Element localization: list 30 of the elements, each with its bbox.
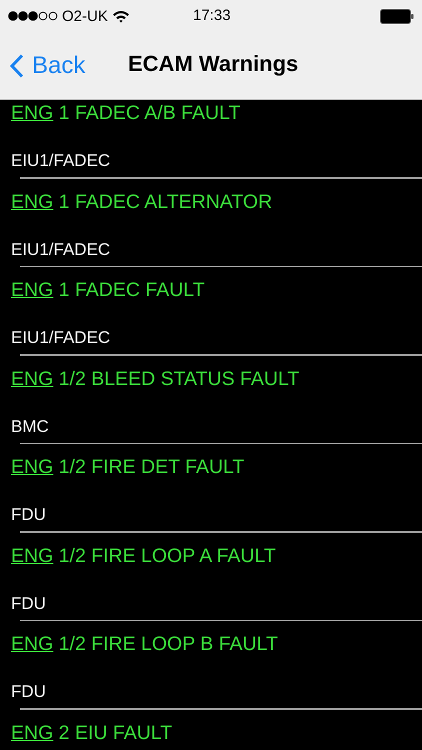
battery-icon: [380, 8, 414, 24]
warning-link[interactable]: ENG: [11, 102, 54, 124]
warning-link[interactable]: ENG: [11, 456, 54, 478]
warning-source: BMC: [11, 416, 49, 436]
warning-title: ENG 1/2 BLEED STATUS FAULT: [11, 368, 300, 390]
signal-strength-icon: [8, 11, 58, 21]
warning-link[interactable]: ENG: [11, 633, 54, 655]
warning-title: ENG 1 FADEC FAULT: [11, 279, 205, 302]
warning-title: ENG 1/2 FIRE DET FAULT: [11, 456, 244, 479]
wifi-icon: [112, 10, 130, 22]
warning-source: FDU: [11, 594, 46, 614]
carrier-name: O2-UK: [62, 8, 108, 24]
warning-link[interactable]: ENG: [11, 368, 54, 390]
warning-source: EIU1/FADEC: [11, 151, 110, 171]
warning-title: ENG 1/2 FIRE LOOP B FAULT: [11, 633, 278, 656]
chevron-left-icon: [10, 54, 24, 78]
warning-link[interactable]: ENG: [11, 279, 54, 301]
warning-title: ENG 1 FADEC ALTERNATOR: [11, 190, 272, 214]
warning-source: FDU: [11, 505, 46, 525]
warning-source: EIU1/FADEC: [11, 328, 110, 348]
warning-title: ENG 1 FADEC A/B FAULT: [11, 102, 240, 125]
warning-link[interactable]: ENG: [11, 190, 54, 212]
warning-link[interactable]: ENG: [11, 722, 54, 744]
warning-source: EIU1/FADEC: [11, 240, 110, 260]
clock-time: 17:33: [193, 7, 231, 24]
warning-source: FDU: [11, 682, 46, 702]
warning-title: ENG 1/2 FIRE LOOP A FAULT: [11, 544, 276, 568]
warning-link[interactable]: ENG: [11, 544, 54, 566]
screen-title: ECAM Warnings: [128, 51, 298, 77]
warning-title: ENG 2 EIU FAULT: [11, 722, 172, 744]
